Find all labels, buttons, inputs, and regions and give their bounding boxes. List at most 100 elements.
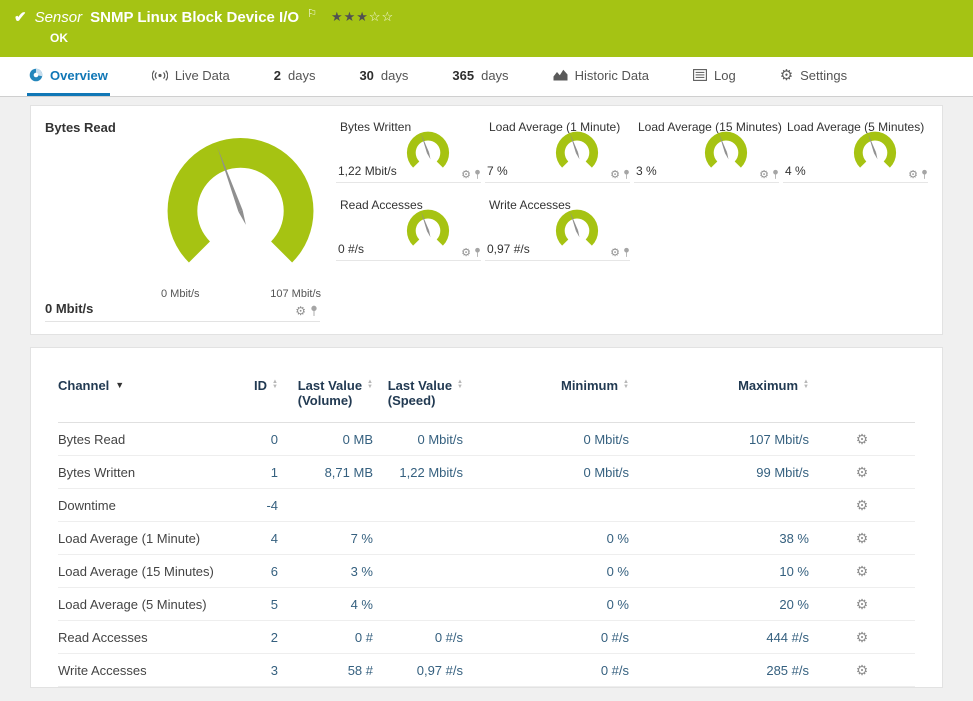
gauge-scale-max: 107 Mbit/s bbox=[270, 288, 321, 300]
table-row-write-accesses[interactable]: Write Accesses 3 58 # 0,97 #/s 0 #/s 285… bbox=[58, 654, 915, 687]
channel-id: 6 bbox=[218, 564, 278, 579]
column-header-maximum[interactable]: Maximum ▲▼ bbox=[629, 378, 809, 408]
pin-icon[interactable] bbox=[474, 169, 481, 180]
gauge-load-average-5-minutes: Load Average (5 Minutes) 4 % ⚙ bbox=[783, 118, 928, 183]
last-value-speed: 0 #/s bbox=[373, 630, 463, 645]
sort-desc-icon: ▼ bbox=[115, 380, 124, 390]
area-chart-icon bbox=[553, 69, 568, 81]
channel-name: Load Average (5 Minutes) bbox=[58, 597, 218, 612]
gauge-settings-icon[interactable]: ⚙ bbox=[759, 168, 769, 181]
gauges-panel: Bytes Read 0 Mbit/s 107 Mbit/s 0 Mbit/s … bbox=[30, 105, 943, 335]
table-row-read-accesses[interactable]: Read Accesses 2 0 # 0 #/s 0 #/s 444 #/s … bbox=[58, 621, 915, 654]
gauge-value: 7 % bbox=[487, 164, 508, 178]
channel-settings-icon[interactable]: ⚙ bbox=[856, 662, 869, 678]
tab-settings[interactable]: ⚙ Settings bbox=[778, 57, 849, 96]
gauge-arc bbox=[846, 128, 904, 181]
gauge-settings-icon[interactable]: ⚙ bbox=[461, 246, 471, 259]
last-value-volume: 3 % bbox=[278, 564, 373, 579]
tab-30-days-number: 30 bbox=[359, 68, 373, 83]
gauge-value: 3 % bbox=[636, 164, 657, 178]
table-row-bytes-written[interactable]: Bytes Written 1 8,71 MB 1,22 Mbit/s 0 Mb… bbox=[58, 456, 915, 489]
channel-settings-icon[interactable]: ⚙ bbox=[856, 431, 869, 447]
tab-30-days[interactable]: 30 days bbox=[357, 57, 410, 96]
gauge-settings-icon[interactable]: ⚙ bbox=[461, 168, 471, 181]
favorite-flag-icon[interactable]: ⚐ bbox=[307, 7, 317, 20]
sensor-header-bar: ✔ Sensor SNMP Linux Block Device I/O ⚐ ★… bbox=[0, 0, 973, 57]
pin-icon[interactable] bbox=[623, 247, 630, 258]
gauge-write-accesses: Write Accesses 0,97 #/s ⚙ bbox=[485, 196, 630, 261]
minimum-value: 0 % bbox=[463, 531, 629, 546]
channel-name: Bytes Read bbox=[58, 432, 218, 447]
table-row-load-average-15-minutes[interactable]: Load Average (15 Minutes) 6 3 % 0 % 10 %… bbox=[58, 555, 915, 588]
last-value-volume: 0 MB bbox=[278, 432, 373, 447]
tab-log[interactable]: Log bbox=[691, 57, 738, 96]
channel-settings-icon[interactable]: ⚙ bbox=[856, 563, 869, 579]
pin-icon[interactable] bbox=[921, 169, 928, 180]
channel-name: Load Average (1 Minute) bbox=[58, 531, 218, 546]
column-header-last-value-volume[interactable]: Last Value(Volume) ▲▼ bbox=[278, 378, 373, 408]
channel-settings-icon[interactable]: ⚙ bbox=[856, 497, 869, 513]
channel-settings-icon[interactable]: ⚙ bbox=[856, 629, 869, 645]
channel-settings-icon[interactable]: ⚙ bbox=[856, 464, 869, 480]
pie-chart-icon bbox=[29, 68, 43, 82]
status-ok-check-icon: ✔ bbox=[14, 8, 27, 26]
gauge-value: 0,97 #/s bbox=[487, 242, 530, 256]
minimum-value: 0 % bbox=[463, 564, 629, 579]
channel-id: 1 bbox=[218, 465, 278, 480]
maximum-value: 20 % bbox=[629, 597, 809, 612]
last-value-volume: 8,71 MB bbox=[278, 465, 373, 480]
channel-name: Read Accesses bbox=[58, 630, 218, 645]
table-row-bytes-read[interactable]: Bytes Read 0 0 MB 0 Mbit/s 0 Mbit/s 107 … bbox=[58, 423, 915, 456]
pin-icon[interactable] bbox=[474, 247, 481, 258]
tab-bar: Overview Live Data 2 days 30 days 365 da… bbox=[0, 57, 973, 97]
tab-live-data[interactable]: Live Data bbox=[150, 57, 232, 96]
channel-settings-icon[interactable]: ⚙ bbox=[856, 530, 869, 546]
pin-icon[interactable] bbox=[772, 169, 779, 180]
column-header-minimum[interactable]: Minimum ▲▼ bbox=[463, 378, 629, 408]
gauge-controls: ⚙ bbox=[295, 304, 318, 318]
column-header-id[interactable]: ID ▲▼ bbox=[218, 378, 278, 408]
channel-id: 0 bbox=[218, 432, 278, 447]
gauge-settings-icon[interactable]: ⚙ bbox=[610, 168, 620, 181]
priority-stars[interactable]: ★★★☆☆ bbox=[331, 9, 394, 25]
gauge-load-average-1-minute: Load Average (1 Minute) 7 % ⚙ bbox=[485, 118, 630, 183]
tab-2-days[interactable]: 2 days bbox=[272, 57, 318, 96]
pin-icon[interactable] bbox=[623, 169, 630, 180]
maximum-value: 285 #/s bbox=[629, 663, 809, 678]
last-value-volume: 7 % bbox=[278, 531, 373, 546]
tab-overview[interactable]: Overview bbox=[27, 57, 110, 96]
table-row-load-average-5-minutes[interactable]: Load Average (5 Minutes) 5 4 % 0 % 20 % … bbox=[58, 588, 915, 621]
last-value-volume: 4 % bbox=[278, 597, 373, 612]
tab-365-days[interactable]: 365 days bbox=[450, 57, 510, 96]
column-header-volume-line1: Last Value bbox=[298, 378, 362, 393]
gauge-controls: ⚙ bbox=[610, 168, 630, 181]
tab-30-days-label: days bbox=[381, 68, 408, 83]
tab-historic-data[interactable]: Historic Data bbox=[551, 57, 651, 96]
gauge-settings-icon[interactable]: ⚙ bbox=[908, 168, 918, 181]
column-header-last-value-speed[interactable]: Last Value(Speed) ▲▼ bbox=[373, 378, 463, 408]
column-header-channel[interactable]: Channel ▼ bbox=[58, 378, 218, 408]
tab-365-days-label: days bbox=[481, 68, 508, 83]
channel-id: 5 bbox=[218, 597, 278, 612]
stars-empty: ☆☆ bbox=[369, 9, 394, 24]
pin-icon[interactable] bbox=[310, 305, 318, 317]
maximum-value: 444 #/s bbox=[629, 630, 809, 645]
column-header-minimum-label: Minimum bbox=[561, 378, 618, 393]
maximum-value: 99 Mbit/s bbox=[629, 465, 809, 480]
table-row-load-average-1-minute[interactable]: Load Average (1 Minute) 4 7 % 0 % 38 % ⚙ bbox=[58, 522, 915, 555]
gauge-settings-icon[interactable]: ⚙ bbox=[295, 304, 306, 318]
gauge-bytes-written: Bytes Written 1,22 Mbit/s ⚙ bbox=[336, 118, 481, 183]
channel-id: 3 bbox=[218, 663, 278, 678]
maximum-value: 10 % bbox=[629, 564, 809, 579]
gauge-controls: ⚙ bbox=[759, 168, 779, 181]
gauge-settings-icon[interactable]: ⚙ bbox=[610, 246, 620, 259]
channel-name: Downtime bbox=[58, 498, 218, 513]
gauge-value: 0 Mbit/s bbox=[45, 301, 93, 316]
gauge-bytes-read: Bytes Read 0 Mbit/s 107 Mbit/s 0 Mbit/s … bbox=[45, 118, 320, 322]
gauge-value: 1,22 Mbit/s bbox=[338, 164, 397, 178]
table-row-downtime[interactable]: Downtime -4 ⚙ bbox=[58, 489, 915, 522]
channel-table-panel: Channel ▼ ID ▲▼ Last Value(Volume) ▲▼ La… bbox=[30, 347, 943, 688]
channel-settings-icon[interactable]: ⚙ bbox=[856, 596, 869, 612]
tab-log-label: Log bbox=[714, 68, 736, 83]
main-content: Bytes Read 0 Mbit/s 107 Mbit/s 0 Mbit/s … bbox=[0, 97, 973, 688]
